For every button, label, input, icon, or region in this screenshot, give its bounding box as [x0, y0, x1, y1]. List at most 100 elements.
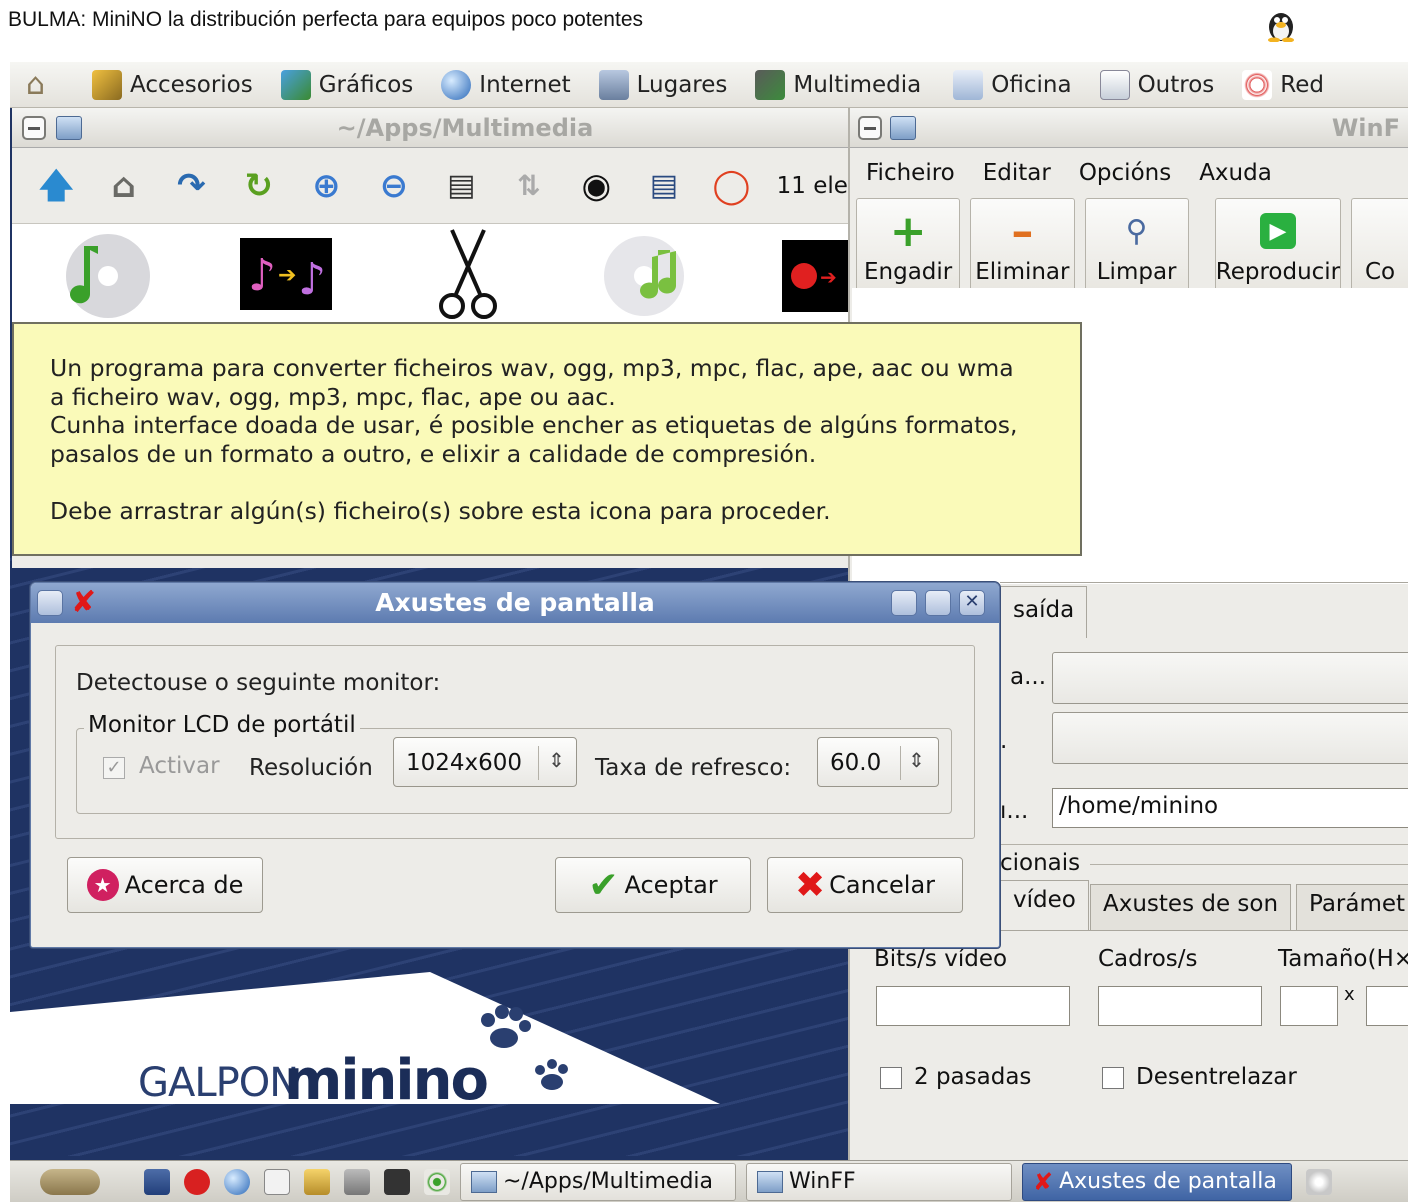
resolution-select[interactable]: 1024x600 ⇕ [393, 737, 577, 787]
height-input[interactable] [1366, 986, 1408, 1026]
display-settings-dialog: ✘ Axustes de pantalla ✕ Detectouse o seg… [30, 582, 1000, 948]
menu-label: Accesorios [130, 71, 253, 98]
menu-label: Gráficos [318, 71, 414, 98]
refresh-rate-value: 60.0 [830, 750, 882, 776]
clear-button[interactable]: ⚲ Limpar [1084, 198, 1189, 294]
add-label: Engadir [864, 259, 953, 285]
wireless-icon[interactable] [424, 1168, 450, 1195]
cd-tray-icon[interactable] [1306, 1168, 1332, 1195]
add-button[interactable]: + Engadir [856, 198, 961, 294]
menu-axuda[interactable]: Axuda [1199, 160, 1272, 186]
music-disc-icon[interactable] [600, 234, 696, 318]
menu-red[interactable]: Red [1242, 69, 1324, 100]
dialog-titlebar[interactable]: ✘ Axustes de pantalla ✕ [31, 583, 999, 623]
scissors-icon[interactable] [436, 228, 500, 320]
video-bitrate-label: Bits/s vídeo [874, 946, 1008, 972]
menu-lugares[interactable]: Lugares [598, 69, 727, 100]
task-winff[interactable]: WinFF [746, 1162, 1012, 1201]
logo-minino: minino [284, 1048, 489, 1113]
home-menu-icon[interactable]: ⌂ [26, 69, 56, 100]
tab-video[interactable]: vídeo [1000, 880, 1089, 930]
sort-icon[interactable]: ⇅ [507, 163, 552, 209]
menu-outros[interactable]: Outros [1099, 69, 1214, 100]
two-pass-checkbox[interactable]: 2 pasadas [880, 1064, 1031, 1090]
forward-arrow-icon[interactable]: ↷ [169, 163, 214, 209]
editor-icon[interactable] [264, 1168, 290, 1195]
places-icon [598, 69, 629, 100]
updown-icon: ⇕ [908, 748, 925, 772]
others-icon [1099, 69, 1130, 100]
program-tooltip: Un programa para converter ficheiros wav… [12, 322, 1082, 556]
music-cd-icon[interactable] [60, 230, 152, 320]
menu-editar[interactable]: Editar [983, 160, 1051, 186]
deinterlace-checkbox[interactable]: Desentrelazar [1102, 1064, 1297, 1090]
maximize-button[interactable] [925, 590, 951, 616]
folder-icon [471, 1170, 497, 1193]
window-menu-button[interactable] [37, 590, 63, 616]
size-x-label: x [1344, 984, 1355, 1005]
convert-button[interactable]: Co [1351, 198, 1408, 294]
file-manager-titlebar[interactable]: ~/Apps/Multimedia [12, 108, 848, 148]
tab-output[interactable]: saída [1000, 586, 1088, 638]
task-display-settings[interactable]: ✘ Axustes de pantalla [1022, 1162, 1292, 1201]
reload-icon[interactable]: ↻ [237, 163, 282, 209]
home-icon[interactable]: ⌂ [102, 163, 147, 209]
camera-icon[interactable] [344, 1168, 370, 1195]
activate-checkbox[interactable]: ✓ Activar [103, 753, 220, 779]
power-icon[interactable] [184, 1168, 210, 1195]
network-antenna-icon [1242, 69, 1273, 100]
record-icon[interactable]: ➔ [782, 240, 848, 312]
cancel-button[interactable]: ✖ Cancelar [767, 857, 963, 913]
show-desktop-icon[interactable] [144, 1168, 170, 1195]
close-button[interactable]: ✕ [959, 590, 985, 616]
svg-text:♪: ♪ [248, 250, 276, 301]
tab-audio-settings[interactable]: Axustes de son [1090, 884, 1292, 930]
task-file-manager[interactable]: ~/Apps/Multimedia [460, 1162, 736, 1201]
menu-multimedia[interactable]: Multimedia [755, 69, 921, 100]
browser-globe-icon[interactable] [224, 1168, 250, 1195]
menu-accesorios[interactable]: Accesorios [92, 69, 253, 100]
menu-graficos[interactable]: Gráficos [280, 69, 414, 100]
category-combo[interactable] [1052, 712, 1408, 764]
menu-oficina[interactable]: Oficina [953, 69, 1072, 100]
width-input[interactable] [1280, 986, 1338, 1026]
framerate-label: Cadros/s [1098, 946, 1198, 972]
output-folder-input[interactable]: /home/minino [1052, 788, 1408, 828]
start-menu-cat-icon[interactable] [40, 1168, 100, 1195]
taskbar: ~/Apps/Multimedia WinFF ✘ Axustes de pant… [10, 1160, 1408, 1202]
remove-button[interactable]: – Eliminar [970, 198, 1075, 294]
size-label: Tamaño(H× [1278, 946, 1408, 972]
eye-icon[interactable]: ◉ [574, 163, 619, 209]
details-view-icon[interactable]: ▤ [642, 163, 687, 209]
menu-ficheiro[interactable]: Ficheiro [866, 160, 955, 186]
preset-combo[interactable] [1052, 652, 1408, 704]
files-icon[interactable] [304, 1168, 330, 1195]
convert-label: Co [1365, 259, 1396, 285]
terminal-icon[interactable] [384, 1168, 410, 1195]
audio-convert-icon[interactable]: ♪ ➔ ♪ [240, 238, 332, 310]
resolution-label: Resolución [249, 755, 373, 781]
task-label: WinFF [789, 1169, 856, 1194]
zoom-in-icon[interactable]: ⊕ [304, 163, 349, 209]
zoom-out-icon[interactable]: ⊖ [372, 163, 417, 209]
winff-titlebar[interactable]: WinF [850, 108, 1408, 148]
refresh-rate-select[interactable]: 60.0 ⇕ [817, 737, 939, 787]
minimize-button[interactable] [891, 590, 917, 616]
winff-app-icon [890, 116, 916, 140]
video-bitrate-input[interactable] [876, 986, 1070, 1026]
about-button[interactable]: ★ Acerca de [67, 857, 263, 913]
window-menu-button[interactable] [858, 116, 882, 140]
window-menu-button[interactable] [22, 116, 46, 140]
list-view-icon[interactable]: ▤ [439, 163, 484, 209]
accept-button[interactable]: ✔ Aceptar [555, 857, 751, 913]
help-lifebuoy-icon[interactable]: ◯ [709, 163, 754, 209]
menu-opcions[interactable]: Opcións [1079, 160, 1171, 186]
play-button[interactable]: ▶ Reproducir [1214, 198, 1342, 294]
top-menu-bar: ⌂ Accesorios Gráficos Internet Lugares M… [10, 62, 1408, 108]
framerate-input[interactable] [1098, 986, 1262, 1026]
tab-parameters[interactable]: Parámet [1296, 884, 1408, 930]
menu-internet[interactable]: Internet [441, 69, 571, 100]
up-arrow-icon[interactable]: 🡅 [34, 163, 79, 209]
menu-label: Red [1280, 71, 1324, 98]
task-label: ~/Apps/Multimedia [503, 1169, 713, 1194]
